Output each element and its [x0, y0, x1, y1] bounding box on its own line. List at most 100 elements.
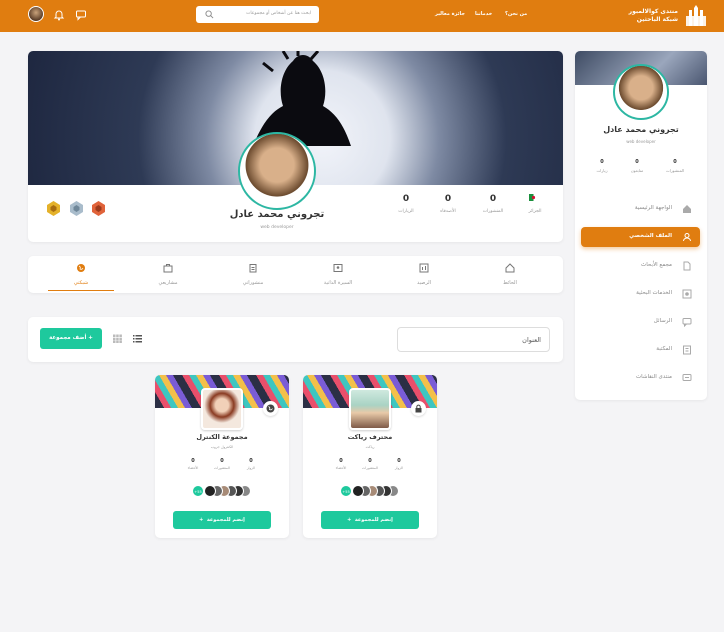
sidebar-item-home[interactable]: الواجهة الرئيسية	[581, 199, 700, 219]
sidebar-stat-label: المنشورات	[665, 168, 685, 173]
join-group-label: إنضم للمجموعة	[354, 517, 393, 523]
sidebar-item-messages[interactable]: الرسائل	[581, 312, 700, 332]
profile-stat-value: 0	[444, 194, 452, 204]
profile-role: web developer	[260, 225, 294, 230]
group-members[interactable]: +55	[340, 485, 404, 497]
group-stat-value: 0	[191, 458, 195, 464]
grid-view-icon[interactable]	[113, 334, 122, 343]
tab-wall[interactable]: الحائط	[472, 256, 548, 293]
tab-label: السيرة الذاتية	[323, 280, 353, 286]
group-card[interactable]: محترف رياكت رياكت 0 الزوار 0 المنشورات 0…	[303, 375, 437, 538]
chart-icon	[419, 263, 429, 273]
sidebar-item-library[interactable]: المكتبة	[581, 340, 700, 360]
services-icon	[682, 289, 692, 299]
id-card-icon	[333, 264, 343, 272]
profile-stat-label: المنشورات	[482, 209, 504, 214]
group-stat-label: الأعضاء	[187, 466, 199, 470]
plus-icon: +	[347, 517, 355, 523]
sidebar-item-research[interactable]: مجمع الأبحاث	[581, 256, 700, 276]
tab-cv[interactable]: السيرة الذاتية	[300, 256, 376, 293]
group-stat-value: 0	[368, 458, 372, 464]
nav-award-link[interactable]: جائزة معالير	[435, 11, 465, 17]
tab-balance[interactable]: الرصيد	[386, 256, 462, 293]
library-icon	[683, 345, 691, 355]
group-avatar[interactable]	[201, 388, 243, 430]
brand-line1: منتدى كوالالمبور	[628, 8, 678, 15]
tab-label: منشوراتي	[242, 280, 264, 286]
search-input[interactable]: ابحث هنا عن أشخاص أو مجموعات	[196, 6, 319, 23]
brand-title[interactable]: منتدى كوالالمبور شبكة الباحثين	[629, 8, 678, 24]
profile-stat-value: 0	[402, 194, 410, 204]
globe-icon	[266, 404, 275, 413]
badge-gold-icon	[47, 201, 60, 216]
sidebar-item-label: منتدى النقاشات	[636, 374, 672, 380]
group-subtitle: الكنترول جروب	[210, 445, 234, 449]
join-group-button[interactable]: + إنضم للمجموعة	[173, 511, 271, 529]
badge-bronze-icon	[92, 201, 105, 216]
group-stat-label: الزوار	[394, 466, 404, 470]
profile-avatar[interactable]	[238, 132, 316, 210]
sidebar-item-label: الملف الشخصي	[629, 233, 672, 239]
member-count-badge: +55	[192, 485, 204, 497]
member-avatar	[204, 485, 216, 497]
add-group-button[interactable]: أضف مجموعة +	[40, 328, 102, 349]
sidebar: تجروني محمد عادل web developer 0 المنشور…	[575, 51, 707, 400]
join-group-label: إنضم للمجموعة	[206, 517, 245, 523]
group-stat-value: 0	[339, 458, 343, 464]
groups-toolbar: العنوان أضف مجموعة +	[28, 317, 563, 362]
sidebar-avatar[interactable]	[613, 64, 669, 120]
tab-projects[interactable]: مشاريعي	[130, 256, 206, 293]
group-stat-label: الزوار	[246, 466, 256, 470]
title-filter-value: العنوان	[522, 336, 541, 344]
group-subtitle: رياكت	[365, 445, 375, 449]
bell-icon[interactable]	[53, 9, 65, 21]
clipboard-icon	[249, 264, 257, 273]
profile-tabs: الحائط الرصيد السيرة الذاتية منشوراتي مش…	[28, 256, 563, 293]
profile-card: تجروني محمد عادل web developer الجزائر 0…	[28, 51, 563, 242]
tab-network[interactable]: شبكتي	[43, 256, 119, 293]
title-filter-input[interactable]: العنوان	[397, 327, 550, 352]
profile-country: الجزائر	[528, 209, 542, 214]
sidebar-item-profile[interactable]: الملف الشخصي	[581, 227, 700, 247]
sidebar-stat-value: 0	[600, 159, 604, 165]
sidebar-item-label: الرسائل	[653, 318, 672, 324]
tab-label: شبكتي	[73, 280, 89, 286]
group-members[interactable]: +55	[192, 485, 256, 497]
user-avatar[interactable]	[28, 6, 44, 22]
sidebar-stat-label: متابعون	[630, 168, 644, 173]
top-bar: منتدى كوالالمبور شبكة الباحثين من نحن؟ خ…	[0, 0, 724, 32]
profile-stat-label: الأصدقاء	[440, 209, 456, 214]
nav-services-link[interactable]: خدماتنا	[475, 11, 492, 17]
brand-logo[interactable]	[684, 4, 708, 28]
member-avatar	[352, 485, 364, 497]
sidebar-item-label: الخدمات البحثية	[636, 290, 672, 296]
group-name[interactable]: محترف رياكت	[303, 433, 437, 441]
sidebar-stat-label: زيارات	[596, 168, 608, 173]
brand-line2: شبكة الباحثين	[636, 16, 678, 23]
member-count-badge: +55	[340, 485, 352, 497]
sidebar-item-forum[interactable]: منتدى النقاشات	[581, 368, 700, 388]
tab-label: مشاريعي	[158, 280, 178, 286]
lock-icon	[415, 404, 422, 413]
group-avatar[interactable]	[349, 388, 391, 430]
sidebar-item-label: مجمع الأبحاث	[641, 262, 672, 268]
sidebar-name[interactable]: تجروني محمد عادل	[575, 125, 707, 134]
sidebar-stat-value: 0	[635, 159, 639, 165]
sidebar-item-label: الواجهة الرئيسية	[634, 205, 672, 211]
group-stat-label: المنشورات	[213, 466, 230, 470]
tab-posts[interactable]: منشوراتي	[215, 256, 291, 293]
tab-label: الرصيد	[416, 280, 432, 286]
sidebar-item-services[interactable]: الخدمات البحثية	[581, 284, 700, 304]
group-card[interactable]: مجموعة الكنترل الكنترول جروب 0 الزوار 0 …	[155, 375, 289, 538]
messages-icon[interactable]	[75, 9, 87, 21]
list-view-icon[interactable]	[133, 334, 142, 343]
plus-icon: +	[199, 517, 207, 523]
globe-icon	[77, 264, 85, 272]
join-group-button[interactable]: + إنضم للمجموعة	[321, 511, 419, 529]
document-icon	[683, 261, 691, 271]
tab-label: الحائط	[503, 280, 517, 286]
search-icon[interactable]	[205, 10, 214, 19]
group-name[interactable]: مجموعة الكنترل	[155, 433, 289, 441]
nav-about-link[interactable]: من نحن؟	[505, 11, 527, 17]
group-stat-label: المنشورات	[361, 466, 378, 470]
